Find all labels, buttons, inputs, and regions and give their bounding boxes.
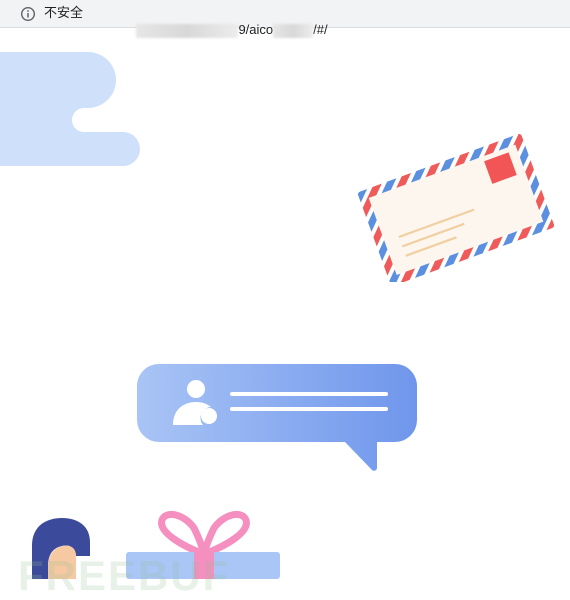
security-label[interactable]: 不安全 [44, 6, 83, 22]
page-content: FREEBUF [0, 32, 570, 599]
cloud-decoration [0, 52, 140, 166]
chat-bubble-icon [137, 364, 417, 471]
browser-address-bar[interactable]: 不安全 9/aico/#/ [0, 0, 570, 38]
watermark: FREEBUF [18, 552, 231, 599]
envelope-icon [358, 133, 555, 282]
info-icon[interactable] [20, 6, 36, 22]
